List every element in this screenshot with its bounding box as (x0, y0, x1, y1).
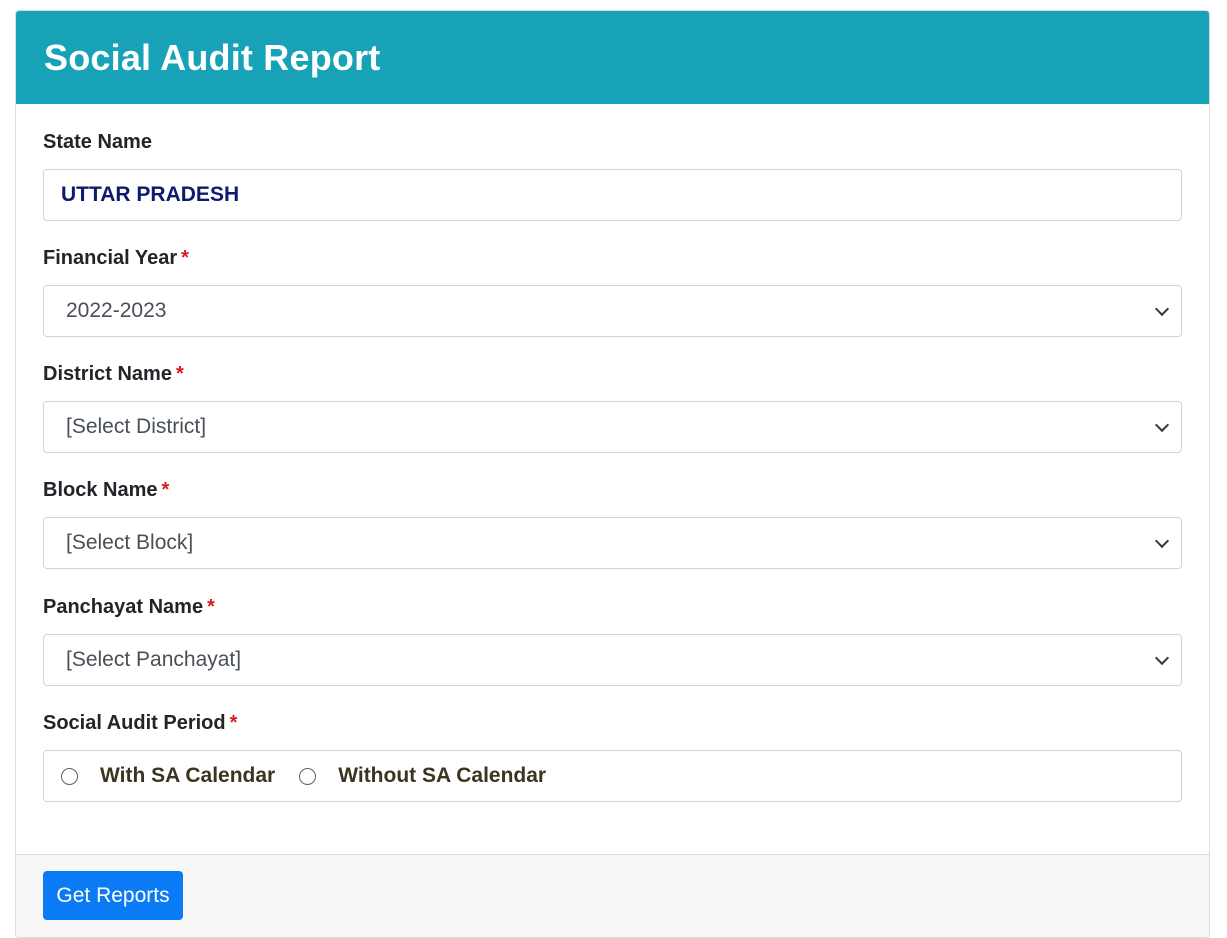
financial-year-select[interactable]: 2022-2023 (43, 285, 1182, 337)
chevron-down-icon (1154, 650, 1170, 666)
card-header: Social Audit Report (16, 11, 1209, 104)
required-mark: * (175, 363, 184, 385)
financial-year-value: 2022-2023 (66, 299, 167, 322)
audit-period-group: Social Audit Period * With SA Calendar Wi… (43, 710, 1182, 802)
state-label: State Name (43, 131, 152, 153)
required-mark: * (181, 247, 189, 269)
block-label: Block Name * (43, 479, 170, 501)
radio-label[interactable]: With SA Calendar (100, 764, 275, 788)
required-mark: * (207, 596, 215, 618)
radio-unchecked-icon[interactable] (299, 767, 317, 785)
radio-label[interactable]: Without SA Calendar (338, 764, 546, 788)
audit-period-radio-group: With SA Calendar Without SA Calendar (43, 750, 1182, 802)
district-label: District Name * (43, 363, 184, 385)
district-select[interactable]: [Select District] (43, 401, 1182, 453)
radio-without-sa-calendar[interactable]: Without SA Calendar (299, 764, 546, 788)
required-mark: * (161, 479, 170, 501)
page-title: Social Audit Report (44, 36, 381, 78)
panchayat-label: Panchayat Name * (43, 596, 215, 618)
required-mark: * (229, 712, 238, 734)
audit-period-label: Social Audit Period * (43, 712, 238, 734)
block-group: Block Name * [Select Block] (43, 477, 1182, 569)
chevron-down-icon (1154, 533, 1170, 549)
social-audit-card: Social Audit Report State Name UTTAR PRA… (15, 10, 1210, 938)
card-footer: Get Reports (16, 854, 1209, 937)
get-reports-button[interactable]: Get Reports (43, 871, 183, 920)
financial-year-group: Financial Year * 2022-2023 (43, 245, 1182, 337)
panchayat-select[interactable]: [Select Panchayat] (43, 634, 1182, 686)
financial-year-label: Financial Year * (43, 247, 189, 269)
district-group: District Name * [Select District] (43, 361, 1182, 453)
panchayat-value: [Select Panchayat] (66, 648, 242, 671)
state-group: State Name UTTAR PRADESH (43, 129, 1182, 221)
chevron-down-icon (1154, 301, 1170, 317)
block-value: [Select Block] (66, 531, 194, 554)
state-value: UTTAR PRADESH (61, 183, 240, 206)
radio-with-sa-calendar[interactable]: With SA Calendar (61, 764, 275, 788)
radio-unchecked-icon[interactable] (61, 767, 78, 785)
state-field[interactable]: UTTAR PRADESH (43, 169, 1182, 221)
panchayat-group: Panchayat Name * [Select Panchayat] (43, 594, 1182, 686)
block-select[interactable]: [Select Block] (43, 517, 1182, 569)
chevron-down-icon (1154, 417, 1170, 433)
district-value: [Select District] (66, 415, 207, 438)
